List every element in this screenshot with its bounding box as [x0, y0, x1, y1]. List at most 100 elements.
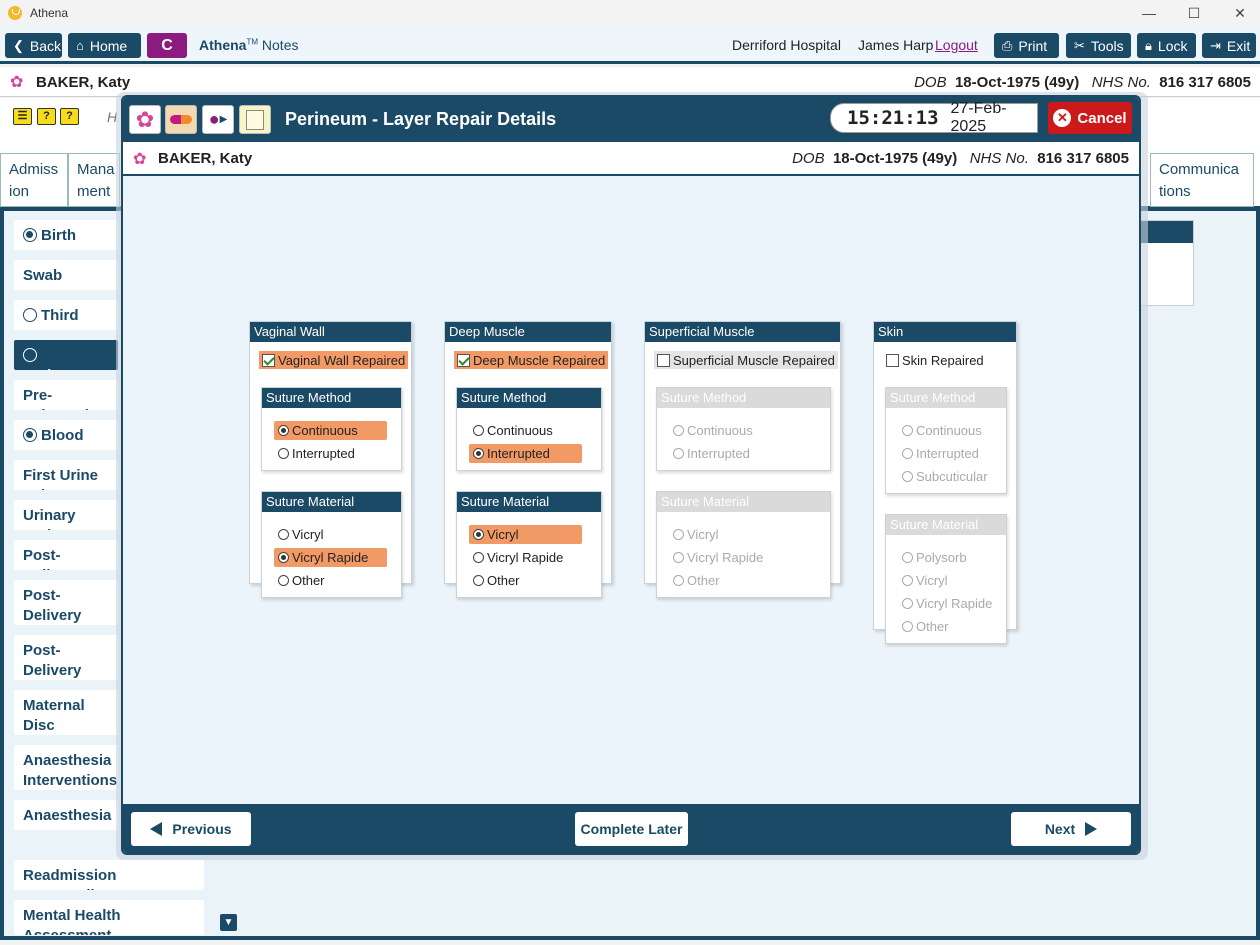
- close-window-button[interactable]: ✕: [1217, 0, 1260, 26]
- radio-option[interactable]: Vicryl Rapide: [469, 548, 582, 567]
- sidebar-item[interactable]: Perineum: [14, 340, 118, 370]
- sidebar-item-label: Anaesthesia Interventions: [23, 752, 118, 789]
- notes-icon[interactable]: [239, 105, 271, 134]
- help-icon-2[interactable]: ?: [60, 108, 79, 125]
- sidebar-item[interactable]: Mental Health Assessment: [14, 900, 204, 935]
- radio-option[interactable]: Continuous: [469, 421, 582, 440]
- back-label: Back: [29, 37, 62, 54]
- tab-communications[interactable]: Communica tions: [1150, 153, 1254, 207]
- radio-option: Continuous: [898, 421, 1011, 440]
- option-label: Other: [687, 573, 720, 588]
- tab-admission[interactable]: Admiss ion: [0, 153, 68, 207]
- printer-icon: ⎙: [1002, 37, 1013, 53]
- sidebar-item[interactable]: First Urine Voi: [14, 460, 118, 490]
- sidebar-item-label: Post-Delivery Assessments: [23, 642, 82, 679]
- nhs-value: 816 317 6805: [1159, 74, 1251, 91]
- sidebar-item[interactable]: Readmission Postnatally: [14, 860, 204, 890]
- exit-button[interactable]: ⇥ Exit: [1202, 33, 1256, 58]
- radio-option[interactable]: Other: [274, 571, 387, 590]
- scroll-down-icon[interactable]: ▼: [220, 914, 237, 931]
- sidebar-item[interactable]: Post-Delivery: [14, 540, 118, 570]
- radio-icon: [473, 552, 484, 563]
- flower-icon: ✿: [133, 151, 147, 168]
- flower-icon[interactable]: ✿: [129, 105, 161, 134]
- sidebar-item[interactable]: Blood Loss: [14, 420, 118, 450]
- radio-option[interactable]: Vicryl: [274, 525, 387, 544]
- radio-option[interactable]: Interrupted: [274, 444, 387, 463]
- medication-icon[interactable]: [165, 105, 197, 134]
- clock-display[interactable]: 15:21:13 27-Feb-2025: [830, 100, 1038, 135]
- panel-title: Deep Muscle: [445, 322, 611, 342]
- help-icon[interactable]: ?: [37, 108, 56, 125]
- pill-shape: [170, 115, 192, 124]
- sidebar-item[interactable]: Post-Delivery Notes: [14, 580, 118, 625]
- previous-button[interactable]: Previous: [131, 812, 251, 846]
- suture-method-group: Suture Method Continuous Interrupted: [656, 387, 831, 471]
- sidebar-item[interactable]: Post-Delivery Assessments: [14, 635, 118, 680]
- modal-footer: Previous Complete Later Next: [123, 804, 1139, 853]
- sidebar-item[interactable]: Maternal Disc Summary: [14, 690, 118, 735]
- repaired-label: Superficial Muscle Repaired: [673, 352, 835, 368]
- cancel-button[interactable]: ✕ Cancel: [1048, 102, 1132, 134]
- alert-icon[interactable]: ☰: [13, 108, 32, 125]
- minimize-button[interactable]: —: [1126, 0, 1172, 26]
- sidebar-item[interactable]: Urinary Cathe: [14, 500, 118, 530]
- checkbox-icon: [457, 353, 470, 367]
- option-label: Other: [487, 573, 520, 588]
- repaired-label: Skin Repaired: [902, 352, 984, 368]
- back-button[interactable]: ❮ Back: [5, 33, 62, 58]
- hospital-name: Derriford Hospital: [732, 37, 841, 53]
- radio-option[interactable]: Continuous: [274, 421, 387, 440]
- radio-option[interactable]: Vicryl: [469, 525, 582, 544]
- flower-glyph: ✿: [135, 106, 155, 132]
- logout-link[interactable]: Logout: [935, 37, 978, 53]
- repaired-checkbox[interactable]: Superficial Muscle Repaired: [654, 351, 838, 369]
- radio-icon: [473, 575, 484, 586]
- option-label: Polysorb: [916, 550, 967, 565]
- lock-button[interactable]: 🔒︎ Lock: [1137, 33, 1196, 58]
- repaired-checkbox[interactable]: Deep Muscle Repaired: [454, 351, 609, 369]
- group-title: Suture Method: [457, 388, 601, 408]
- print-button[interactable]: ⎙ Print: [994, 33, 1059, 58]
- option-label: Interrupted: [687, 446, 750, 461]
- repaired-checkbox[interactable]: Vaginal Wall Repaired: [259, 351, 409, 369]
- option-label: Continuous: [687, 423, 753, 438]
- panel-title: Skin: [874, 322, 1016, 342]
- repaired-checkbox[interactable]: Skin Repaired: [883, 351, 987, 369]
- close-circle-icon: ✕: [1053, 109, 1072, 127]
- user-name: James Harp: [858, 37, 934, 53]
- c-button[interactable]: C: [147, 33, 187, 58]
- radio-icon: [278, 448, 289, 459]
- radio-icon: [902, 552, 913, 563]
- radio-icon: [673, 575, 684, 586]
- sidebar-item[interactable]: Third Stage: [14, 300, 118, 330]
- tools-button[interactable]: ✂ Tools: [1066, 33, 1131, 58]
- option-label: Vicryl: [916, 573, 948, 588]
- complete-later-button[interactable]: Complete Later: [575, 812, 688, 846]
- sidebar-item-label: Birth: [41, 227, 76, 244]
- option-label: Interrupted: [916, 446, 979, 461]
- sidebar-item[interactable]: Anaesthesia Interventions: [14, 745, 118, 790]
- radio-option[interactable]: Vicryl Rapide: [274, 548, 387, 567]
- maximize-button[interactable]: ☐: [1171, 0, 1217, 26]
- sidebar-item[interactable]: Pre-Eclampsia: [14, 380, 118, 410]
- modal-nhs-label: NHS No.: [969, 150, 1029, 167]
- sidebar-item[interactable]: Anaesthesia F: [14, 800, 118, 830]
- option-label: Vicryl: [487, 527, 519, 542]
- radio-icon: [278, 529, 289, 540]
- sidebar-item[interactable]: Swab Count: [14, 260, 118, 290]
- arrow-right-icon: [1085, 822, 1098, 836]
- radio-option: Interrupted: [898, 444, 1011, 463]
- tab-management[interactable]: Mana ment: [68, 153, 120, 207]
- sidebar-item[interactable]: Birth: [14, 220, 118, 250]
- tools-icon: ✂: [1074, 37, 1085, 53]
- radio-option: Vicryl Rapide: [669, 548, 782, 567]
- flower-icon: ✿: [10, 74, 24, 91]
- next-button[interactable]: Next: [1011, 812, 1131, 846]
- person-arrow-icon[interactable]: ● ▶: [202, 105, 234, 134]
- radio-option[interactable]: Other: [469, 571, 582, 590]
- home-button[interactable]: ⌂ Home: [68, 33, 141, 58]
- modal-title: Perineum - Layer Repair Details: [285, 109, 557, 129]
- group-title: Suture Material: [457, 492, 601, 512]
- radio-option[interactable]: Interrupted: [469, 444, 582, 463]
